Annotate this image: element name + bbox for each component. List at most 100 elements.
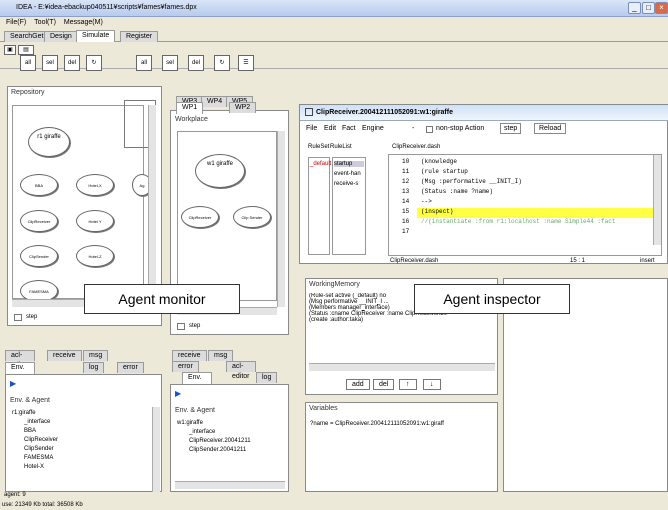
- add-button[interactable]: add: [346, 379, 370, 390]
- non-stop-label: non-stop Action: [436, 125, 485, 132]
- tab-acl-editor[interactable]: acl-editor: [5, 350, 35, 369]
- node-clipsender-wp[interactable]: Clip Sender: [233, 206, 271, 228]
- all-icon[interactable]: all: [136, 55, 152, 71]
- env-title: Env. & Agent: [10, 397, 50, 404]
- code-editor[interactable]: 10 (knowledge 11 (rule startup 12 (Msg :p…: [388, 154, 662, 256]
- del-button[interactable]: del: [373, 379, 395, 390]
- menu-fact[interactable]: Fact: [342, 125, 356, 132]
- node-bba[interactable]: BBA: [20, 174, 58, 196]
- inspector-menu: File Edit Fact Engine - non-stop Action …: [304, 123, 664, 137]
- repository-scrollbar[interactable]: [148, 105, 156, 305]
- menu-engine[interactable]: Engine: [362, 125, 384, 132]
- code-line: (Msg :performative __INIT_I): [421, 178, 522, 185]
- tab-msg[interactable]: msg: [83, 350, 109, 361]
- tab-error[interactable]: error: [172, 361, 199, 372]
- reload-button[interactable]: Reload: [534, 123, 567, 134]
- select-icon[interactable]: sel: [42, 55, 58, 71]
- tab-design[interactable]: Design: [44, 31, 78, 42]
- tree-item[interactable]: BBA: [12, 427, 58, 436]
- agent-r1-giraffe[interactable]: r1 giraffe: [28, 127, 70, 157]
- editor-scrollbar[interactable]: [653, 155, 661, 245]
- env-scrollbar[interactable]: [152, 407, 160, 492]
- tab-wp2[interactable]: WP2: [229, 102, 257, 113]
- line-number: 11: [402, 168, 410, 175]
- tab-log[interactable]: log: [256, 372, 278, 383]
- open-icon[interactable]: ▣: [4, 45, 16, 55]
- list-icon[interactable]: ☰: [238, 55, 254, 71]
- tree-item[interactable]: ClipSender: [12, 445, 58, 454]
- export-icon[interactable]: ▤: [18, 45, 34, 55]
- line-number: 17: [402, 228, 410, 235]
- rule-receive[interactable]: receive-s: [334, 181, 358, 187]
- tree-item[interactable]: r1:giraffe: [12, 409, 58, 418]
- agent-count: agent: 9: [4, 492, 26, 498]
- edit-mode: insert: [640, 258, 655, 264]
- tree-item[interactable]: ClipSender.20041211: [177, 446, 251, 455]
- step-button[interactable]: step: [500, 123, 522, 134]
- env-tree: r1:giraffe _interface BBA ClipReceiver C…: [12, 409, 58, 472]
- menu-dash: -: [412, 125, 415, 132]
- menu-file[interactable]: File: [306, 125, 317, 132]
- minimize-button[interactable]: _: [628, 2, 641, 14]
- tab-env-agent[interactable]: Env. & Agent: [182, 372, 213, 401]
- move-up-button[interactable]: ↑: [399, 379, 417, 390]
- tab-receive[interactable]: receive: [172, 350, 207, 361]
- tab-env-agent[interactable]: Env. & Agent: [5, 362, 36, 391]
- tab-receive[interactable]: receive: [47, 350, 82, 361]
- tab-searchget[interactable]: SearchGet: [4, 31, 50, 42]
- non-stop-checkbox[interactable]: [426, 126, 433, 133]
- step-checkbox[interactable]: [14, 314, 22, 321]
- maximize-button[interactable]: □: [642, 2, 655, 14]
- node-hotel-y[interactable]: Hotel Y: [76, 210, 114, 232]
- tab-register[interactable]: Register: [120, 31, 159, 42]
- agent-monitor-label: Agent monitor: [84, 284, 240, 314]
- ruleset-default[interactable]: _default: [310, 161, 331, 167]
- tab-acl-editor[interactable]: acl-editor: [226, 361, 256, 380]
- wm-hscroll[interactable]: [309, 363, 495, 371]
- node-clipsender[interactable]: ClipSender: [20, 245, 58, 267]
- repository-title: Repository: [11, 89, 45, 96]
- tree-item[interactable]: _interface: [12, 418, 58, 427]
- variables-panel: Variables ?name = ClipReceiver.200412111…: [305, 402, 498, 492]
- env-tree: w1:giraffe _interface ClipReceiver.20041…: [177, 419, 251, 455]
- node-hotel-x[interactable]: Hotel-X: [76, 174, 114, 196]
- tree-item[interactable]: _interface: [177, 428, 251, 437]
- node-clipreceiver[interactable]: ClipReceiver: [20, 210, 58, 232]
- tree-item[interactable]: ClipReceiver: [12, 436, 58, 445]
- tree-item[interactable]: FAMESMA: [12, 454, 58, 463]
- menu-file[interactable]: File(F): [6, 19, 26, 26]
- rule-event-handler[interactable]: event-han: [334, 171, 361, 177]
- tree-item[interactable]: Hotel-X: [12, 463, 58, 472]
- tab-error[interactable]: error: [117, 362, 144, 373]
- play-icon[interactable]: ▶: [10, 379, 16, 388]
- tree-item[interactable]: w1:giraffe: [177, 419, 251, 428]
- menu-message[interactable]: Message(M): [64, 19, 103, 26]
- node-hotel-z[interactable]: Hotel-Z: [76, 245, 114, 267]
- all-icon[interactable]: all: [20, 55, 36, 71]
- workplace-scrollbar[interactable]: [277, 131, 285, 307]
- move-down-button[interactable]: ↓: [423, 379, 441, 390]
- delete-icon[interactable]: del: [188, 55, 204, 71]
- node-clipreceiver-wp[interactable]: ClipReceiver: [181, 206, 219, 228]
- tab-wp4[interactable]: WP4: [201, 96, 229, 107]
- tab-simulate[interactable]: Simulate: [76, 30, 116, 42]
- mid-hscroll[interactable]: [175, 481, 285, 489]
- agent-w1-giraffe[interactable]: w1 giraffe: [195, 154, 245, 188]
- tab-msg[interactable]: msg: [208, 350, 234, 361]
- tab-log[interactable]: log: [83, 362, 105, 373]
- wm-item[interactable]: (create :author:taka): [309, 317, 495, 323]
- select-icon[interactable]: sel: [162, 55, 178, 71]
- play-icon[interactable]: ▶: [175, 389, 181, 398]
- close-button[interactable]: ×: [655, 2, 668, 14]
- code-line: (inspect): [421, 208, 454, 215]
- delete-icon[interactable]: del: [64, 55, 80, 71]
- reload-icon[interactable]: ↻: [86, 55, 102, 71]
- variable-name[interactable]: ?name = ClipReceiver.200412111052091:w1:…: [310, 421, 444, 427]
- tree-item[interactable]: ClipReceiver.20041211: [177, 437, 251, 446]
- menu-edit[interactable]: Edit: [324, 125, 336, 132]
- step-checkbox-wp[interactable]: [177, 323, 185, 330]
- reload-icon[interactable]: ↻: [214, 55, 230, 71]
- menu-tool[interactable]: Tool(T): [34, 19, 56, 26]
- tab-wp1[interactable]: WP1: [176, 102, 204, 114]
- rule-startup[interactable]: startup: [334, 161, 364, 167]
